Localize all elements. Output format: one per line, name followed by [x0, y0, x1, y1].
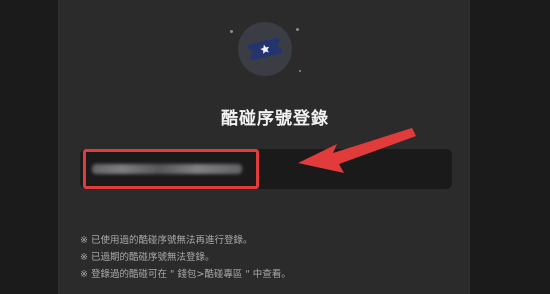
note-item: ※ 已使用過的酷碰序號無法再進行登錄。 [80, 235, 253, 246]
screen: 酷碰序號登錄 ※ 已使用過的酷碰序號無法再進行登錄。 ※ 已過期的酷碰序號無法登… [0, 0, 550, 294]
note-item: ※ 登錄過的酷碰可在 " 錢包>酷碰專區 " 中查看。 [80, 269, 291, 280]
note-item: ※ 已過期的酷碰序號無法登錄。 [80, 252, 215, 263]
notes-list: ※ 已使用過的酷碰序號無法再進行登錄。 ※ 已過期的酷碰序號無法登錄。 ※ 登錄… [80, 232, 291, 283]
